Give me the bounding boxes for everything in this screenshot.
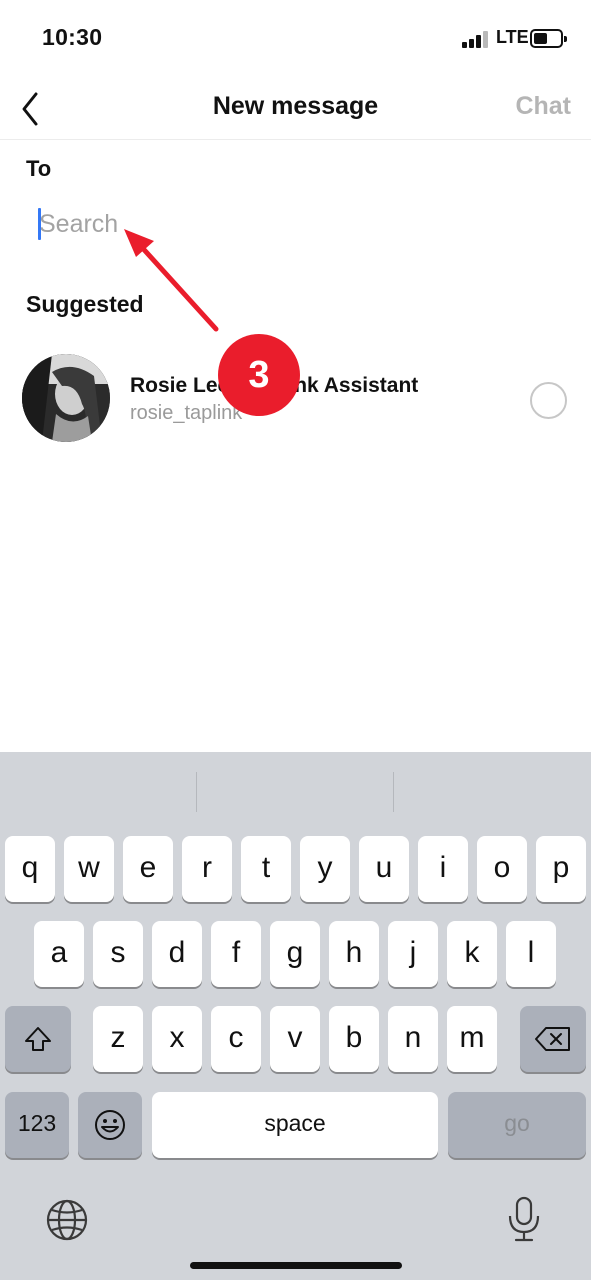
keyboard: q w e r t y u i o p a s d f g h j k l z … (0, 752, 591, 1280)
key-x[interactable]: x (152, 1006, 202, 1072)
annotation-step-badge: 3 (218, 334, 300, 416)
annotation-arrow-icon (124, 229, 219, 332)
key-r[interactable]: r (182, 836, 232, 902)
cellular-signal-icon (462, 30, 492, 48)
key-u[interactable]: u (359, 836, 409, 902)
space-key[interactable]: space (152, 1092, 438, 1158)
key-g[interactable]: g (270, 921, 320, 987)
network-type: LTE (496, 27, 529, 47)
select-radio[interactable] (530, 382, 567, 419)
emoji-icon (95, 1110, 125, 1140)
key-p[interactable]: p (536, 836, 586, 902)
key-n[interactable]: n (388, 1006, 438, 1072)
chat-button[interactable]: Chat (515, 92, 571, 121)
key-w[interactable]: w (64, 836, 114, 902)
emoji-key[interactable] (78, 1092, 142, 1158)
key-l[interactable]: l (506, 921, 556, 987)
to-label: To (26, 156, 52, 181)
key-k[interactable]: k (447, 921, 497, 987)
shift-icon (25, 1027, 51, 1051)
key-i[interactable]: i (418, 836, 468, 902)
numbers-key[interactable]: 123 (5, 1092, 69, 1158)
globe-icon (46, 1199, 88, 1241)
status-time: 10:30 (42, 24, 103, 50)
key-z[interactable]: z (93, 1006, 143, 1072)
key-s[interactable]: s (93, 921, 143, 987)
key-q[interactable]: q (5, 836, 55, 902)
backspace-icon (535, 1027, 570, 1051)
predictive-divider (196, 772, 197, 812)
key-h[interactable]: h (329, 921, 379, 987)
key-f[interactable]: f (211, 921, 261, 987)
predictive-bar (0, 752, 591, 830)
go-key[interactable]: go (448, 1092, 586, 1158)
key-j[interactable]: j (388, 921, 438, 987)
home-indicator (190, 1262, 402, 1269)
suggestion-username: rosie_taplink (130, 402, 243, 424)
profile-photo (22, 354, 110, 442)
key-v[interactable]: v (270, 1006, 320, 1072)
key-c[interactable]: c (211, 1006, 261, 1072)
globe-key[interactable] (44, 1197, 90, 1248)
shift-key[interactable] (5, 1006, 71, 1072)
header: New message Chat (0, 76, 591, 140)
battery-icon (530, 29, 567, 48)
key-o[interactable]: o (477, 836, 527, 902)
backspace-key[interactable] (520, 1006, 586, 1072)
avatar (22, 354, 110, 442)
key-m[interactable]: m (447, 1006, 497, 1072)
key-y[interactable]: y (300, 836, 350, 902)
text-caret (38, 208, 41, 240)
key-e[interactable]: e (123, 836, 173, 902)
key-d[interactable]: d (152, 921, 202, 987)
microphone-icon (508, 1196, 540, 1242)
key-b[interactable]: b (329, 1006, 379, 1072)
predictive-divider (393, 772, 394, 812)
page-title: New message (212, 92, 379, 120)
key-a[interactable]: a (34, 921, 84, 987)
status-bar: 10:30 LTE (0, 0, 591, 76)
dictation-key[interactable] (505, 1194, 543, 1249)
key-t[interactable]: t (241, 836, 291, 902)
